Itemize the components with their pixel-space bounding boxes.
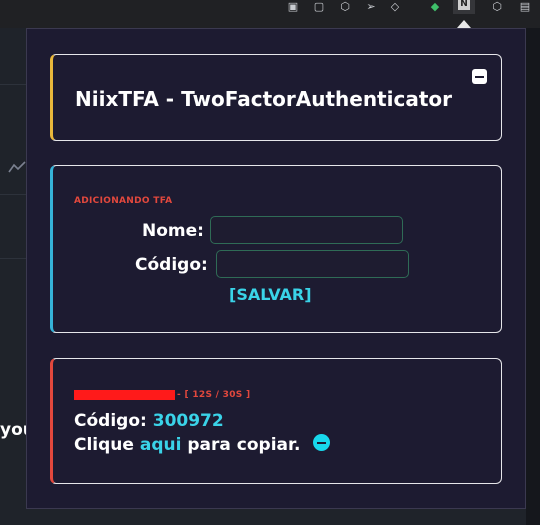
code-input[interactable] xyxy=(216,250,409,278)
code-line: Código: 300972 xyxy=(74,411,224,431)
code-line-label: Código: xyxy=(74,411,147,431)
section-label: ADICIONANDO TFA xyxy=(74,196,173,206)
otp-code: 300972 xyxy=(152,411,224,431)
extension-badge: N xyxy=(458,0,470,10)
popup-pointer xyxy=(457,20,471,28)
shield-icon[interactable]: ⬡ xyxy=(338,0,352,14)
tfa-entry-card: - [ 12S / 30S ] Código: 300972 Clique aq… xyxy=(50,358,502,484)
page-scrollbar[interactable] xyxy=(526,28,540,525)
countdown-bar xyxy=(74,390,175,400)
name-label: Nome: xyxy=(142,221,204,241)
copy-prefix: Clique xyxy=(74,435,134,455)
copy-link[interactable]: aqui xyxy=(140,435,182,455)
save-button[interactable]: [SALVAR] xyxy=(229,285,312,304)
cube-icon[interactable]: ⬡ xyxy=(490,0,504,14)
name-input[interactable] xyxy=(210,216,403,244)
minus-circle-icon[interactable] xyxy=(313,434,330,451)
chart-icon[interactable] xyxy=(8,160,26,178)
browser-toolbar: ▣ ▢ ⬡ ➢ ◇ ◆ N ⬡ ▤ xyxy=(0,0,540,28)
countdown-timer: - [ 12S / 30S ] xyxy=(177,390,251,400)
copy-suffix: para copiar. xyxy=(187,435,301,455)
app-title: NiixTFA - TwoFactorAuthenticator xyxy=(75,87,452,111)
minus-square-icon[interactable] xyxy=(472,69,487,84)
image-icon[interactable]: ▣ xyxy=(286,0,300,14)
code-label: Código: xyxy=(135,255,208,275)
badge-icon[interactable]: ◇ xyxy=(388,0,402,14)
add-tfa-card: ADICIONANDO TFA Nome: Código: [SALVAR] xyxy=(50,165,502,333)
puzzle-icon[interactable]: ▤ xyxy=(518,0,532,14)
location-icon[interactable]: ◆ xyxy=(428,0,442,14)
extension-popup: NiixTFA - TwoFactorAuthenticator ADICION… xyxy=(26,28,526,509)
title-card: NiixTFA - TwoFactorAuthenticator xyxy=(50,54,502,141)
send-icon[interactable]: ➢ xyxy=(364,0,378,14)
box-icon[interactable]: ▢ xyxy=(312,0,326,14)
copy-line: Clique aqui para copiar. xyxy=(74,435,300,455)
countdown-bar-fill xyxy=(74,390,175,400)
niixtfa-extension-button[interactable]: N xyxy=(453,0,475,14)
